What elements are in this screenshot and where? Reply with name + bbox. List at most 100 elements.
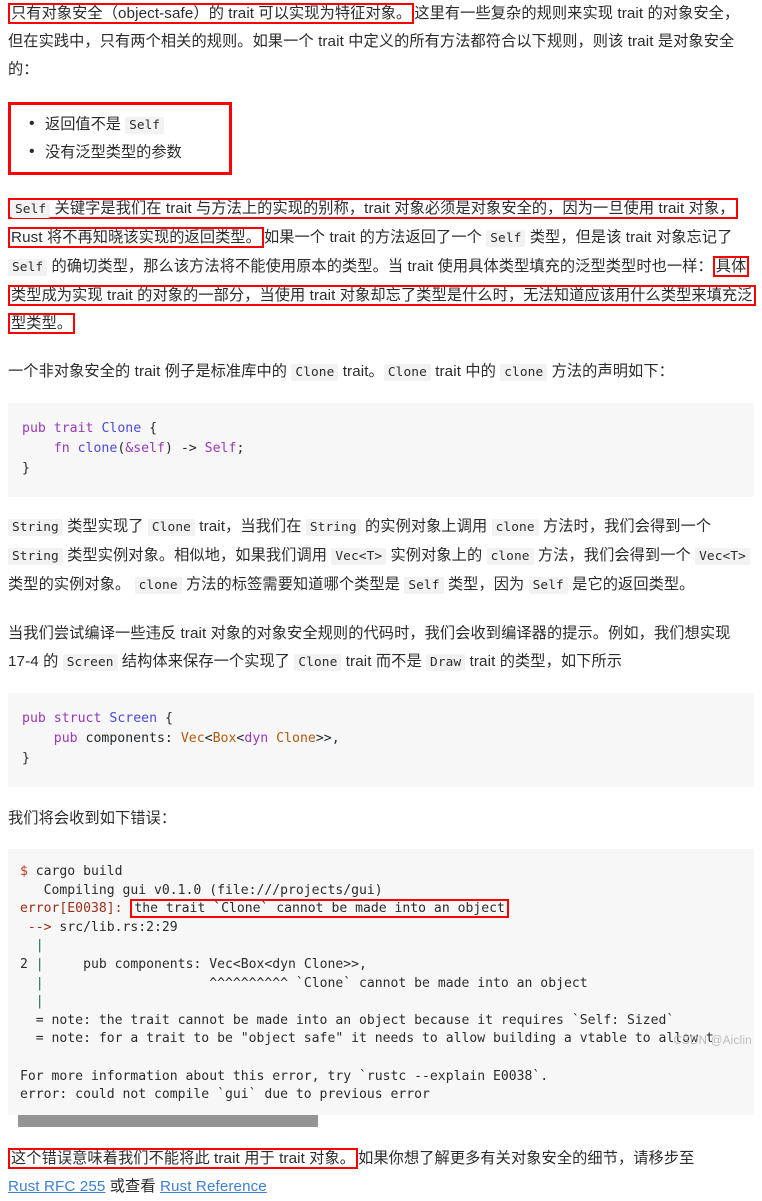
terminal-token: cargo build <box>27 864 123 879</box>
list-item: 没有泛型类型的参数 <box>29 138 229 166</box>
scrollbar-thumb[interactable] <box>18 1114 318 1127</box>
inline-code-self: Self <box>8 259 48 276</box>
rule-1-text: 返回值不是 <box>45 116 126 133</box>
para7-rest: 如果你想了解更多有关对象安全的细节，请移步至 <box>358 1149 695 1167</box>
terminal-line: 2 | pub components: Vec<Box<dyn Clone>>, <box>20 957 367 972</box>
terminal-line: For more information about this error, t… <box>20 1069 548 1084</box>
para3-a: 一个非对象安全的 trait 例子是标准库中的 <box>8 363 292 380</box>
para4-g: 方法，我们会得到一个 <box>533 547 696 564</box>
para5-b: 结构体来保存一个实现了 <box>117 653 295 670</box>
highlight-box-error-message: the trait `Clone` cannot be made into an… <box>130 899 509 919</box>
inline-code-draw: Draw <box>426 654 466 671</box>
terminal-token: = note: the trait cannot be made into an… <box>20 1012 675 1028</box>
code-block-screen-struct: pub struct Screen { pub components: Vec<… <box>8 693 754 787</box>
inline-code-self: Self <box>125 117 164 134</box>
para4-d: 方法时，我们会得到一个 <box>538 518 712 535</box>
code-line: fn clone(&self) -> Self; <box>22 441 245 456</box>
link-rust-reference[interactable]: Rust Reference <box>160 1178 267 1195</box>
code-line: pub struct Screen { <box>22 711 173 726</box>
terminal-token: For more information about this error, t… <box>20 1068 549 1084</box>
inline-code-clone-method: clone <box>486 548 534 565</box>
code-token: trait <box>53 421 94 436</box>
code-token: ; <box>236 441 245 456</box>
article-page: 只有对象安全（object-safe）的 trait 可以实现为特征对象。 这里有… <box>0 0 762 1201</box>
paragraph-conclusion: 这个错误意味着我们不能将此 trait 用于 trait 对象。 如果你想了解更多… <box>8 1145 754 1173</box>
inline-code-self: Self <box>404 577 444 594</box>
para5-d: trait 的类型，如下所示 <box>465 653 623 670</box>
code-token: Clone <box>101 421 142 436</box>
inline-code-screen: Screen <box>62 654 118 671</box>
terminal-output-block: $ cargo build Compiling gui v0.1.0 (file… <box>8 849 754 1115</box>
code-token: } <box>22 461 30 476</box>
para4-b: trait，当我们在 <box>194 518 306 535</box>
inline-code-self: Self <box>528 577 568 594</box>
code-token: } <box>22 751 30 766</box>
inline-code-clone-method: clone <box>134 577 182 594</box>
para5-c: trait 而不是 <box>341 653 427 670</box>
code-token: pub <box>22 421 46 436</box>
code-token: Box <box>212 731 237 746</box>
object-safety-rules-list: 返回值不是 Self 没有泛型类型的参数 <box>11 105 229 172</box>
code-token: pub <box>22 711 46 726</box>
terminal-line: | <box>20 994 44 1009</box>
horizontal-scrollbar[interactable] <box>8 1114 754 1127</box>
list-item: 返回值不是 Self <box>29 110 229 139</box>
para2-seg2c: 的确切类型，那么该方法将不能使用原本的类型。当 trait 使用具体类型填充的泛… <box>47 258 713 275</box>
highlight-box-1: 只有对象安全（object-safe）的 trait 可以实现为特征对象。 <box>8 3 415 24</box>
link-rust-rfc-255[interactable]: Rust RFC 255 <box>8 1178 105 1195</box>
inline-code-string: String <box>8 519 63 536</box>
paragraph-clone-example: 一个非对象安全的 trait 例子是标准库中的 Clone trait。 Clon… <box>8 358 754 387</box>
paragraph-string-clone: String 类型实现了 Clone trait，当我们在 String 的实例… <box>8 513 754 600</box>
terminal-line: $ cargo build <box>20 864 123 879</box>
terminal-token: src/lib.rs:2:29 <box>51 919 178 935</box>
inline-code-clone: Clone <box>383 364 431 381</box>
terminal-token: | <box>35 956 44 972</box>
code-token: clone <box>77 441 118 456</box>
inline-code-clone-method: clone <box>491 519 539 536</box>
terminal-line: = note: for a trait to be "object safe" … <box>20 1031 714 1046</box>
highlight-box-4: 这个错误意味着我们不能将此 trait 用于 trait 对象。 <box>8 1147 359 1169</box>
code-token: ) -> <box>164 441 205 456</box>
code-token: dyn <box>244 731 269 746</box>
terminal-token: ^^^^^^^^^^ `Clone` cannot be made into a… <box>43 975 588 991</box>
terminal-token: --> <box>27 919 52 935</box>
rule-2-text: 没有泛型类型的参数 <box>45 144 182 161</box>
para4-i: 方法的标签需要知道哪个类型是 <box>181 576 405 593</box>
para4-a: 类型实现了 <box>62 518 148 535</box>
code-token: components: <box>77 731 181 746</box>
para4-h: 类型的实例对象。 <box>8 576 135 593</box>
paragraph-screen-struct: 当我们尝试编译一些违反 trait 对象的对象安全规则的代码时，我们会收到编译器… <box>8 620 754 677</box>
terminal-line: error: could not compile `gui` due to pr… <box>20 1087 430 1102</box>
code-token: Self <box>204 441 237 456</box>
code-line: } <box>22 751 30 766</box>
terminal-token: | <box>35 975 44 991</box>
csdn-watermark: CSDN @Aiclin <box>673 1035 752 1047</box>
para2-seg2a: 如果一个 trait 的方法返回了一个 <box>263 229 487 246</box>
code-token: { <box>157 711 173 726</box>
inline-code-string: String <box>8 548 63 565</box>
paragraph-links: Rust RFC 255 或查看 Rust Reference <box>8 1173 754 1201</box>
code-token: struct <box>53 711 102 726</box>
inline-code-clone: Clone <box>291 364 339 381</box>
code-token: Clone <box>276 731 316 746</box>
paragraph-object-safe-intro: 只有对象安全（object-safe）的 trait 可以实现为特征对象。 这里有… <box>8 0 754 84</box>
highlight-box-rules: 返回值不是 Self 没有泛型类型的参数 <box>8 102 232 175</box>
inline-code-vec: Vec<T> <box>331 548 387 565</box>
terminal-line: --> src/lib.rs:2:29 <box>20 920 178 935</box>
terminal-line: | ^^^^^^^^^^ `Clone` cannot be made into… <box>20 976 588 991</box>
terminal-token: | <box>35 938 44 954</box>
